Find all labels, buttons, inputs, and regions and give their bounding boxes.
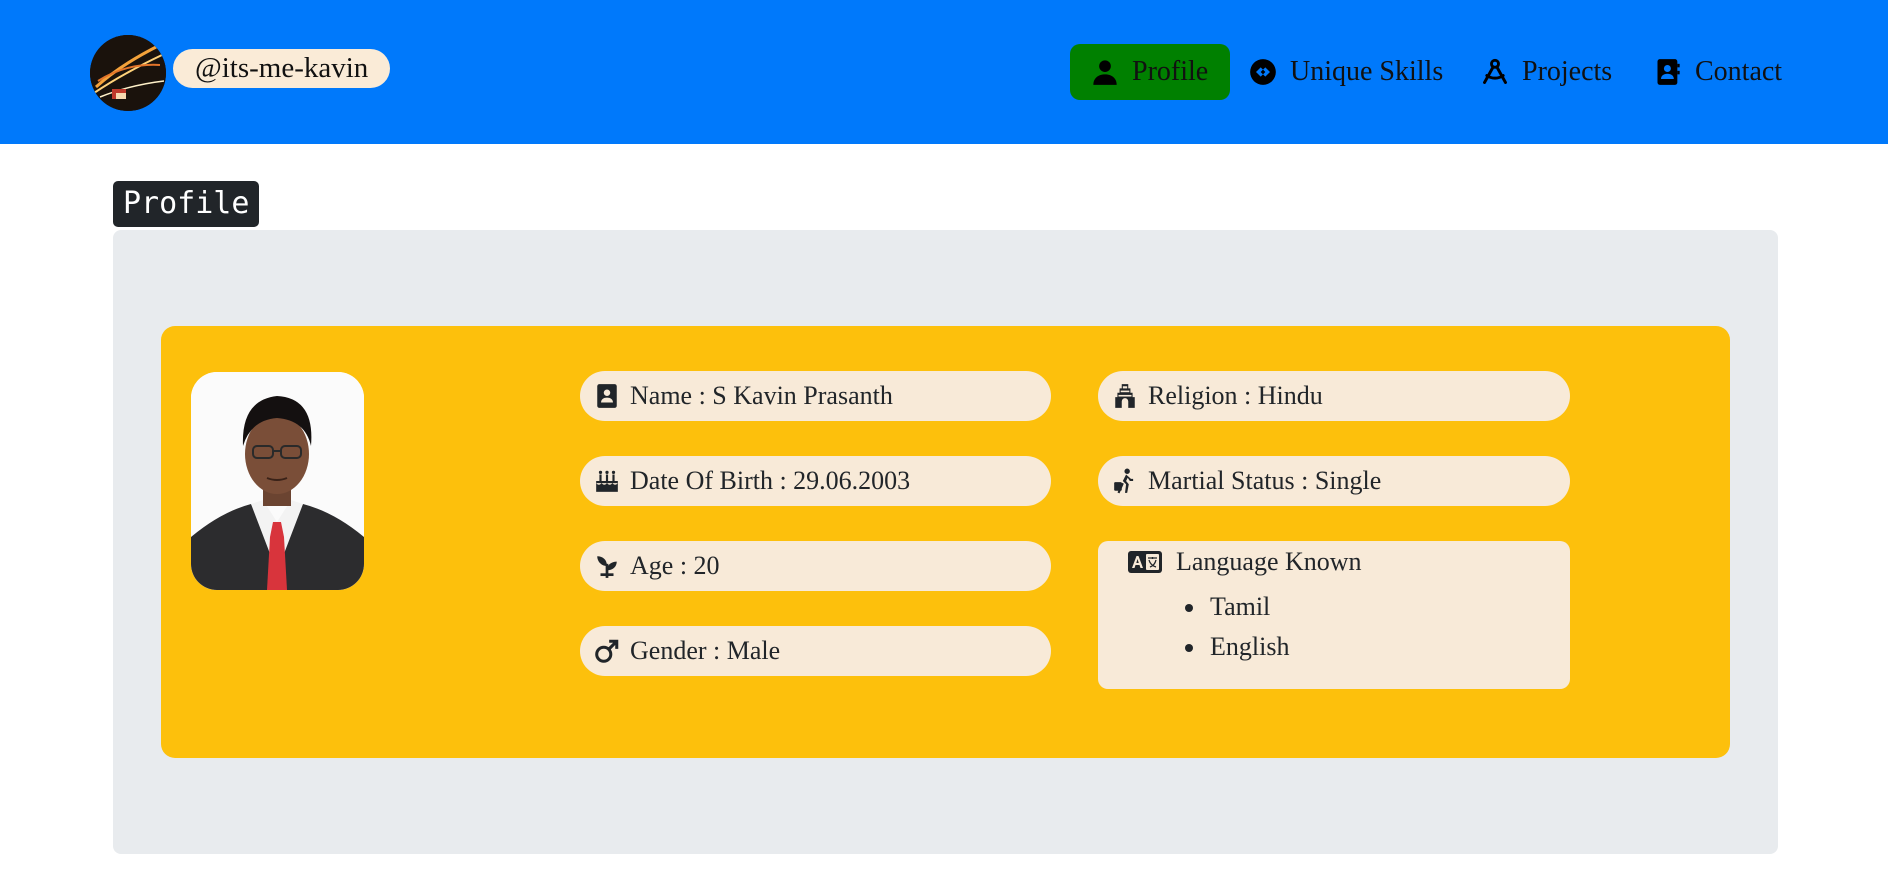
skills-icon	[1248, 57, 1278, 87]
age-text: Age : 20	[630, 551, 720, 580]
light-trails-image	[90, 35, 166, 111]
nav-item-profile[interactable]: Profile	[1070, 44, 1231, 100]
seedling-icon	[594, 553, 620, 579]
age-field: Age : 20	[580, 541, 1051, 591]
nav-item-projects[interactable]: Projects	[1480, 44, 1612, 100]
id-badge-icon	[594, 383, 620, 409]
languages-title: Language Known	[1176, 547, 1362, 576]
profile-panel: Name : S Kavin Prasanth Date Of Birth : …	[113, 230, 1778, 854]
gender-field: Gender : Male	[580, 626, 1051, 676]
languages-box: Language Known Tamil English	[1098, 541, 1570, 689]
profile-card: Name : S Kavin Prasanth Date Of Birth : …	[161, 326, 1730, 758]
nav-label: Projects	[1522, 56, 1613, 87]
nav-item-contact[interactable]: Contact	[1653, 44, 1782, 100]
nav-item-unique-skills[interactable]: Unique Skills	[1248, 44, 1443, 100]
marital-status-text: Martial Status : Single	[1148, 466, 1382, 495]
brand-handle[interactable]: @its-me-kavin	[173, 49, 391, 88]
address-book-icon	[1653, 57, 1683, 87]
language-item: Tamil	[1184, 587, 1289, 627]
language-item: English	[1184, 627, 1289, 667]
profile-photo	[191, 372, 364, 590]
nav-label: Contact	[1695, 56, 1783, 87]
language-icon	[1128, 549, 1162, 575]
brand-avatar[interactable]	[90, 35, 166, 111]
person-walking-luggage-icon	[1112, 468, 1138, 494]
compass-drafting-icon	[1480, 57, 1510, 87]
nav-label: Profile	[1132, 56, 1209, 87]
gopuram-icon	[1112, 383, 1138, 409]
religion-field: Religion : Hindu	[1098, 371, 1570, 421]
section-title: Profile	[113, 181, 260, 227]
name-text: Name : S Kavin Prasanth	[630, 381, 893, 410]
nav-label: Unique Skills	[1290, 56, 1444, 87]
mars-icon	[594, 638, 620, 664]
languages-list: Tamil English	[1184, 587, 1289, 667]
gender-text: Gender : Male	[630, 636, 781, 665]
marital-status-field: Martial Status : Single	[1098, 456, 1570, 506]
religion-text: Religion : Hindu	[1148, 381, 1323, 410]
name-field: Name : S Kavin Prasanth	[580, 371, 1051, 421]
dob-field: Date Of Birth : 29.06.2003	[580, 456, 1051, 506]
languages-heading: Language Known	[1128, 547, 1362, 577]
navbar: @its-me-kavin Profile Unique Skills Proj…	[0, 0, 1888, 144]
birthday-cake-icon	[594, 468, 620, 494]
dob-text: Date Of Birth : 29.06.2003	[630, 466, 911, 495]
person-icon	[1090, 57, 1120, 87]
